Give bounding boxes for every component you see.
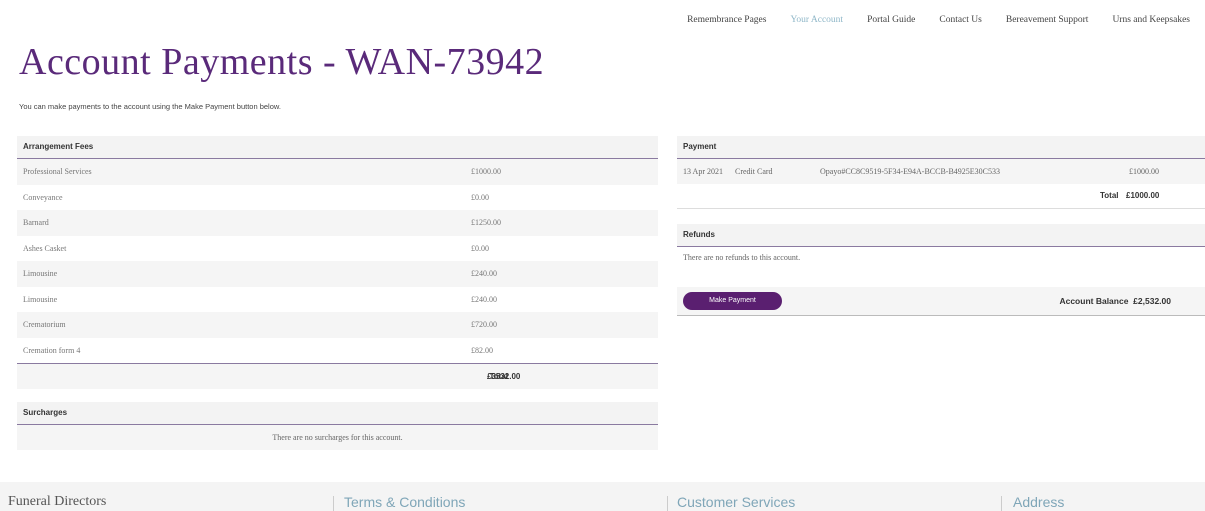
refunds-header: Refunds	[677, 224, 1205, 247]
intro-text: You can make payments to the account usi…	[19, 102, 281, 111]
fee-name: Crematorium	[23, 320, 66, 329]
fee-row: Professional Services £1000.00	[17, 159, 658, 185]
fee-row: Ashes Casket £0.00	[17, 236, 658, 262]
account-balance-label: Account Balance	[1059, 296, 1129, 306]
payment-amount: £1000.00	[1129, 167, 1159, 176]
top-navigation: Remembrance Pages Your Account Portal Gu…	[663, 15, 1190, 25]
fee-row: Crematorium £720.00	[17, 312, 658, 338]
fee-name: Cremation form 4	[23, 345, 81, 355]
fee-row: Conveyance £0.00	[17, 185, 658, 211]
surcharges-empty-message: There are no surcharges for this account…	[17, 425, 658, 450]
footer-address: Address	[1013, 494, 1065, 510]
nav-portal-guide[interactable]: Portal Guide	[867, 15, 915, 25]
fee-rows: Professional Services £1000.00 Conveyance £…	[17, 159, 658, 363]
page-title: Account Payments - WAN-73942	[19, 41, 545, 83]
refunds-panel: Refunds There are no refunds to this acc…	[677, 224, 1205, 269]
fee-name: Barnard	[23, 218, 49, 227]
account-balance-value: £2,532.00	[1133, 296, 1171, 306]
fee-name: Limousine	[23, 294, 58, 304]
fees-total-value: £3532.00	[487, 372, 521, 381]
nav-urns-and-keepsakes[interactable]: Urns and Keepsakes	[1112, 15, 1190, 25]
payment-reference: Opayo#CC8C9519-5F34-E94A-BCCB-B4925E30C5…	[820, 167, 1001, 176]
payment-total-value: £1000.00	[1126, 191, 1160, 200]
arrangement-fees-panel: Arrangement Fees Professional Services £1…	[17, 136, 658, 389]
fee-name: Professional Services	[23, 167, 92, 176]
payment-date: 13 Apr 2021	[683, 167, 723, 176]
refunds-empty-message: There are no refunds to this account.	[683, 253, 801, 262]
payment-total-row: Total £1000.00	[677, 184, 1205, 209]
footer-divider	[1001, 496, 1002, 511]
fee-name: Conveyance	[23, 192, 63, 202]
fees-total-row: Total £3532.00	[17, 363, 658, 389]
account-balance: Account Balance £2,532.00	[1059, 287, 1171, 315]
fee-amount: £82.00	[471, 345, 493, 355]
payment-row: 13 Apr 2021 Credit Card Opayo#CC8C9519-5…	[677, 159, 1205, 184]
payment-method: Credit Card	[735, 167, 773, 176]
footer-terms-link[interactable]: Terms & Conditions	[344, 494, 465, 510]
arrangement-fees-header: Arrangement Fees	[17, 136, 658, 159]
fee-row: Barnard £1250.00	[17, 210, 658, 236]
surcharges-panel: Surcharges There are no surcharges for t…	[17, 402, 658, 450]
fee-name: Ashes Casket	[23, 243, 67, 253]
payment-action-bar: Make Payment Account Balance £2,532.00	[677, 287, 1205, 316]
nav-contact-us[interactable]: Contact Us	[939, 15, 981, 25]
footer-customer-services-link[interactable]: Customer Services	[677, 494, 795, 510]
surcharges-header: Surcharges	[17, 402, 658, 425]
payment-panel: Payment 13 Apr 2021 Credit Card Opayo#CC…	[677, 136, 1205, 209]
fee-amount: £1250.00	[471, 218, 501, 227]
fee-amount: £720.00	[471, 320, 497, 329]
fee-name: Limousine	[23, 269, 58, 278]
fee-row: Limousine £240.00	[17, 287, 658, 313]
footer-divider	[333, 496, 334, 511]
make-payment-button[interactable]: Make Payment	[683, 292, 782, 310]
payment-total-label: Total	[1100, 191, 1119, 200]
fee-row: Limousine £240.00	[17, 261, 658, 287]
payment-header: Payment	[677, 136, 1205, 159]
nav-your-account[interactable]: Your Account	[790, 15, 843, 25]
footer: Funeral Directors Terms & Conditions Cus…	[0, 482, 1205, 511]
fee-amount: £1000.00	[471, 167, 501, 176]
fee-amount: £240.00	[471, 269, 497, 278]
nav-remembrance-pages[interactable]: Remembrance Pages	[687, 15, 766, 25]
footer-divider	[667, 496, 668, 511]
fee-amount: £0.00	[471, 192, 489, 202]
fee-amount: £240.00	[471, 294, 497, 304]
fee-amount: £0.00	[471, 243, 489, 253]
fee-row: Cremation form 4 £82.00	[17, 338, 658, 364]
footer-funeral-directors: Funeral Directors	[8, 494, 107, 509]
nav-bereavement-support[interactable]: Bereavement Support	[1006, 15, 1089, 25]
